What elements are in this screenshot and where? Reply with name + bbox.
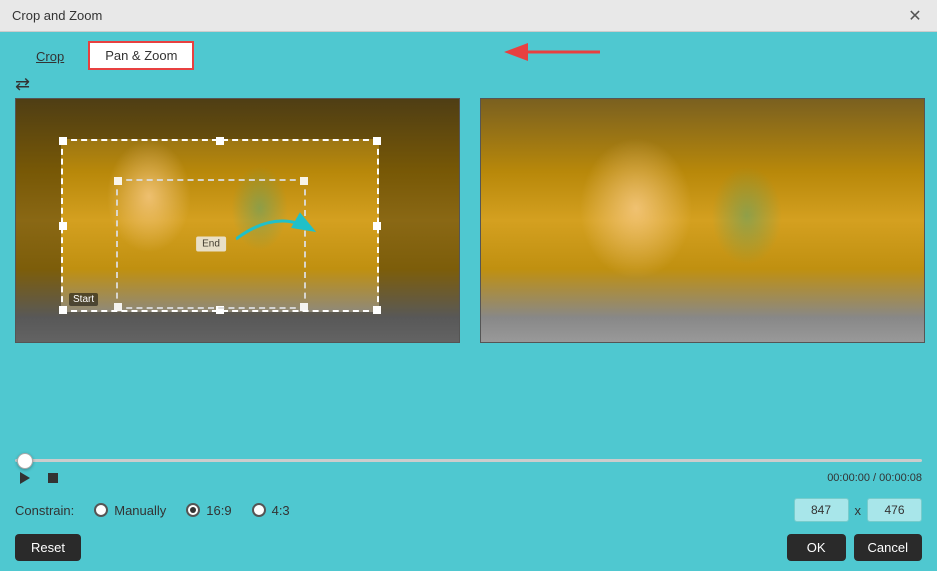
handle-tm[interactable] bbox=[216, 137, 224, 145]
constrain-row: Constrain: Manually 16:9 4:3 x bbox=[0, 494, 937, 530]
end-handle-br[interactable] bbox=[300, 303, 308, 311]
end-handle-bl[interactable] bbox=[114, 303, 122, 311]
highlight-arrow bbox=[490, 32, 610, 82]
cancel-button[interactable]: Cancel bbox=[854, 534, 922, 561]
ok-button[interactable]: OK bbox=[787, 534, 846, 561]
right-video-bg bbox=[481, 99, 924, 342]
close-button[interactable]: ✕ bbox=[905, 6, 925, 26]
reset-button[interactable]: Reset bbox=[15, 534, 81, 561]
tab-bar: Crop Pan & Zoom bbox=[0, 32, 937, 70]
radio-manually-label: Manually bbox=[114, 503, 166, 518]
dialog-title: Crop and Zoom bbox=[12, 8, 102, 23]
title-bar: Crop and Zoom ✕ bbox=[0, 0, 937, 32]
tab-crop[interactable]: Crop bbox=[20, 43, 80, 70]
play-icon bbox=[18, 471, 32, 485]
radio-16-9[interactable]: 16:9 bbox=[186, 503, 231, 518]
end-label: End bbox=[196, 237, 226, 252]
tab-pan-zoom[interactable]: Pan & Zoom bbox=[88, 41, 194, 70]
radio-manually[interactable]: Manually bbox=[94, 503, 166, 518]
handle-br[interactable] bbox=[373, 306, 381, 314]
pan-arrow bbox=[236, 209, 316, 249]
playback-row: 00:00:00 / 00:00:08 bbox=[0, 466, 937, 494]
start-label: Start bbox=[69, 293, 98, 306]
end-handle-tr[interactable] bbox=[300, 177, 308, 185]
left-video-bg: Start End bbox=[16, 99, 459, 342]
radio-4-3-indicator[interactable] bbox=[252, 503, 266, 517]
time-display: 00:00:00 / 00:00:08 bbox=[827, 472, 922, 484]
scrubber-row bbox=[0, 451, 937, 466]
playback-controls bbox=[15, 468, 63, 488]
radio-4-3[interactable]: 4:3 bbox=[252, 503, 290, 518]
person-silhouette-right bbox=[481, 99, 924, 342]
stop-icon bbox=[47, 472, 59, 484]
height-input[interactable] bbox=[867, 498, 922, 522]
handle-tr[interactable] bbox=[373, 137, 381, 145]
end-handle-tl[interactable] bbox=[114, 177, 122, 185]
ok-cancel-group: OK Cancel bbox=[787, 534, 922, 561]
toolbar-row: ⇄ bbox=[0, 70, 937, 98]
handle-tl[interactable] bbox=[59, 137, 67, 145]
radio-16-9-label: 16:9 bbox=[206, 503, 231, 518]
scrubber-track[interactable] bbox=[15, 459, 922, 462]
play-button[interactable] bbox=[15, 468, 35, 488]
buttons-row: Reset OK Cancel bbox=[0, 530, 937, 571]
constrain-label: Constrain: bbox=[15, 503, 74, 518]
radio-16-9-indicator[interactable] bbox=[186, 503, 200, 517]
handle-ml[interactable] bbox=[59, 222, 67, 230]
radio-manually-indicator[interactable] bbox=[94, 503, 108, 517]
dimension-separator: x bbox=[855, 503, 862, 518]
left-video-panel: Start End bbox=[15, 98, 460, 343]
handle-mr[interactable] bbox=[373, 222, 381, 230]
stop-button[interactable] bbox=[43, 468, 63, 488]
main-content: Start End bbox=[0, 98, 937, 343]
handle-bl[interactable] bbox=[59, 306, 67, 314]
radio-4-3-label: 4:3 bbox=[272, 503, 290, 518]
dimension-inputs: x bbox=[794, 498, 923, 522]
bottom-section: 00:00:00 / 00:00:08 Constrain: Manually … bbox=[0, 451, 937, 571]
width-input[interactable] bbox=[794, 498, 849, 522]
scrubber-thumb[interactable] bbox=[17, 453, 33, 469]
repeat-icon[interactable]: ⇄ bbox=[15, 74, 30, 95]
right-video-panel bbox=[480, 98, 925, 343]
